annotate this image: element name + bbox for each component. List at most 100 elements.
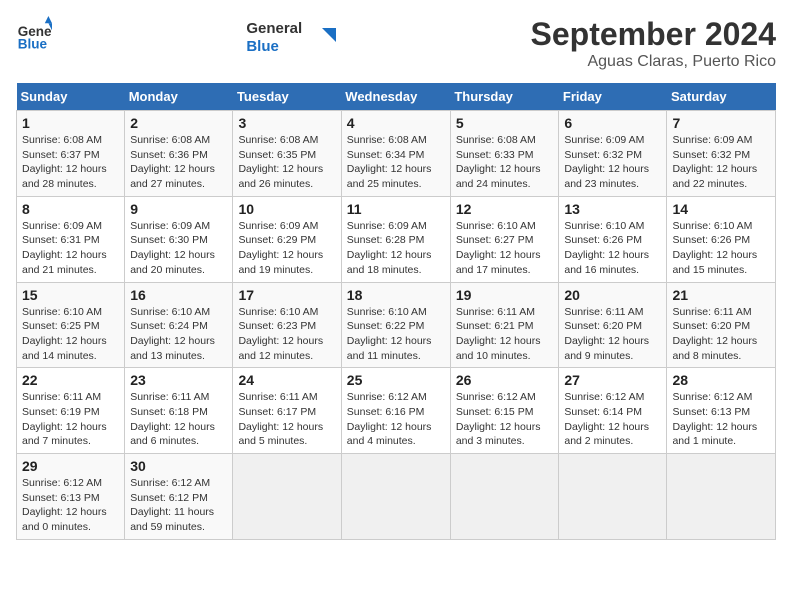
calendar-cell: 9Sunrise: 6:09 AM Sunset: 6:30 PM Daylig… xyxy=(125,196,233,282)
calendar-cell: 14 Sunrise: 6:10 AM Sunset: 6:26 PM Dayli… xyxy=(667,196,776,282)
day-info: Sunrise: 6:12 AM Sunset: 6:13 PM Dayligh… xyxy=(22,476,119,535)
day-number: 28 xyxy=(672,372,770,388)
title-block: September 2024 Aguas Claras, Puerto Rico xyxy=(531,16,776,71)
day-number: 18 xyxy=(347,287,445,303)
day-info: Sunrise: 6:09 AM Sunset: 6:31 PM Dayligh… xyxy=(22,219,119,278)
calendar-cell: 16Sunrise: 6:10 AM Sunset: 6:24 PM Dayli… xyxy=(125,282,233,368)
calendar-cell: 25 Sunrise: 6:12 AM Sunset: 6:16 PM Dayli… xyxy=(341,368,450,454)
day-info: Sunrise: 6:10 AM Sunset: 6:23 PM Dayligh… xyxy=(238,305,335,364)
calendar-cell: 23 Sunrise: 6:11 AM Sunset: 6:18 PM Dayli… xyxy=(125,368,233,454)
day-info: Sunrise: 6:11 AM Sunset: 6:18 PM Dayligh… xyxy=(130,390,227,449)
day-number: 24 xyxy=(238,372,335,388)
day-number: 30 xyxy=(130,458,227,474)
day-number: 21 xyxy=(672,287,770,303)
calendar-cell: 19 Sunrise: 6:11 AM Sunset: 6:21 PM Dayli… xyxy=(450,282,559,368)
day-number: 15 xyxy=(22,287,119,303)
day-info: Sunrise: 6:11 AM Sunset: 6:19 PM Dayligh… xyxy=(22,390,119,449)
calendar-cell: 10Sunrise: 6:09 AM Sunset: 6:29 PM Dayli… xyxy=(233,196,341,282)
calendar-cell: 17 Sunrise: 6:10 AM Sunset: 6:23 PM Dayli… xyxy=(233,282,341,368)
logo-name-blue: Blue xyxy=(246,38,302,56)
calendar-cell: 30 Sunrise: 6:12 AM Sunset: 6:12 PM Dayli… xyxy=(125,454,233,540)
calendar-week-row: 29 Sunrise: 6:12 AM Sunset: 6:13 PM Dayli… xyxy=(17,454,776,540)
calendar-cell xyxy=(450,454,559,540)
calendar-cell xyxy=(341,454,450,540)
calendar-cell: 22 Sunrise: 6:11 AM Sunset: 6:19 PM Dayli… xyxy=(17,368,125,454)
day-info: Sunrise: 6:11 AM Sunset: 6:21 PM Dayligh… xyxy=(456,305,554,364)
day-info: Sunrise: 6:09 AM Sunset: 6:28 PM Dayligh… xyxy=(347,219,445,278)
calendar-cell xyxy=(559,454,667,540)
col-sunday: Sunday xyxy=(17,83,125,111)
day-info: Sunrise: 6:10 AM Sunset: 6:26 PM Dayligh… xyxy=(672,219,770,278)
calendar-cell xyxy=(233,454,341,540)
day-number: 13 xyxy=(564,201,661,217)
calendar-cell: 26 Sunrise: 6:12 AM Sunset: 6:15 PM Dayli… xyxy=(450,368,559,454)
calendar-cell: 8 Sunrise: 6:09 AM Sunset: 6:31 PM Daylig… xyxy=(17,196,125,282)
day-info: Sunrise: 6:08 AM Sunset: 6:37 PM Dayligh… xyxy=(22,133,119,192)
day-number: 16 xyxy=(130,287,227,303)
calendar-cell: 1Sunrise: 6:08 AM Sunset: 6:37 PM Daylig… xyxy=(17,111,125,197)
logo-icon: General Blue xyxy=(16,16,52,52)
calendar-cell: 20 Sunrise: 6:11 AM Sunset: 6:20 PM Dayli… xyxy=(559,282,667,368)
day-info: Sunrise: 6:08 AM Sunset: 6:35 PM Dayligh… xyxy=(238,133,335,192)
day-number: 5 xyxy=(456,115,554,131)
day-info: Sunrise: 6:08 AM Sunset: 6:33 PM Dayligh… xyxy=(456,133,554,192)
calendar-cell: 13 Sunrise: 6:10 AM Sunset: 6:26 PM Dayli… xyxy=(559,196,667,282)
calendar-cell xyxy=(667,454,776,540)
day-info: Sunrise: 6:10 AM Sunset: 6:26 PM Dayligh… xyxy=(564,219,661,278)
col-thursday: Thursday xyxy=(450,83,559,111)
calendar-cell: 6Sunrise: 6:09 AM Sunset: 6:32 PM Daylig… xyxy=(559,111,667,197)
logo: General Blue General Blue xyxy=(16,16,52,52)
col-saturday: Saturday xyxy=(667,83,776,111)
day-info: Sunrise: 6:12 AM Sunset: 6:12 PM Dayligh… xyxy=(130,476,227,535)
col-tuesday: Tuesday xyxy=(233,83,341,111)
calendar-table: Sunday Monday Tuesday Wednesday Thursday… xyxy=(16,83,776,540)
logo-triangle-icon xyxy=(308,28,336,56)
calendar-week-row: 22 Sunrise: 6:11 AM Sunset: 6:19 PM Dayli… xyxy=(17,368,776,454)
day-number: 4 xyxy=(347,115,445,131)
day-info: Sunrise: 6:09 AM Sunset: 6:30 PM Dayligh… xyxy=(130,219,227,278)
calendar-title: September 2024 xyxy=(531,16,776,53)
calendar-week-row: 1Sunrise: 6:08 AM Sunset: 6:37 PM Daylig… xyxy=(17,111,776,197)
day-number: 25 xyxy=(347,372,445,388)
svg-text:Blue: Blue xyxy=(18,36,48,51)
day-number: 7 xyxy=(672,115,770,131)
calendar-cell: 5 Sunrise: 6:08 AM Sunset: 6:33 PM Daylig… xyxy=(450,111,559,197)
day-number: 2 xyxy=(130,115,227,131)
calendar-cell: 12Sunrise: 6:10 AM Sunset: 6:27 PM Dayli… xyxy=(450,196,559,282)
day-info: Sunrise: 6:11 AM Sunset: 6:20 PM Dayligh… xyxy=(564,305,661,364)
day-info: Sunrise: 6:10 AM Sunset: 6:25 PM Dayligh… xyxy=(22,305,119,364)
day-info: Sunrise: 6:11 AM Sunset: 6:17 PM Dayligh… xyxy=(238,390,335,449)
day-info: Sunrise: 6:12 AM Sunset: 6:16 PM Dayligh… xyxy=(347,390,445,449)
day-number: 17 xyxy=(238,287,335,303)
day-number: 22 xyxy=(22,372,119,388)
day-number: 19 xyxy=(456,287,554,303)
day-number: 27 xyxy=(564,372,661,388)
day-number: 26 xyxy=(456,372,554,388)
day-info: Sunrise: 6:12 AM Sunset: 6:14 PM Dayligh… xyxy=(564,390,661,449)
day-info: Sunrise: 6:09 AM Sunset: 6:29 PM Dayligh… xyxy=(238,219,335,278)
day-info: Sunrise: 6:10 AM Sunset: 6:22 PM Dayligh… xyxy=(347,305,445,364)
col-monday: Monday xyxy=(125,83,233,111)
calendar-cell: 2Sunrise: 6:08 AM Sunset: 6:36 PM Daylig… xyxy=(125,111,233,197)
day-info: Sunrise: 6:11 AM Sunset: 6:20 PM Dayligh… xyxy=(672,305,770,364)
day-number: 8 xyxy=(22,201,119,217)
calendar-week-row: 8 Sunrise: 6:09 AM Sunset: 6:31 PM Daylig… xyxy=(17,196,776,282)
calendar-cell: 15 Sunrise: 6:10 AM Sunset: 6:25 PM Dayli… xyxy=(17,282,125,368)
day-number: 23 xyxy=(130,372,227,388)
calendar-cell: 29 Sunrise: 6:12 AM Sunset: 6:13 PM Dayli… xyxy=(17,454,125,540)
logo-name-general: General xyxy=(246,20,302,38)
day-number: 29 xyxy=(22,458,119,474)
calendar-header: Sunday Monday Tuesday Wednesday Thursday… xyxy=(17,83,776,111)
day-info: Sunrise: 6:12 AM Sunset: 6:15 PM Dayligh… xyxy=(456,390,554,449)
calendar-cell: 18 Sunrise: 6:10 AM Sunset: 6:22 PM Dayli… xyxy=(341,282,450,368)
day-number: 12 xyxy=(456,201,554,217)
calendar-cell: 21 Sunrise: 6:11 AM Sunset: 6:20 PM Dayli… xyxy=(667,282,776,368)
calendar-week-row: 15 Sunrise: 6:10 AM Sunset: 6:25 PM Dayli… xyxy=(17,282,776,368)
col-friday: Friday xyxy=(559,83,667,111)
page-header: General Blue General Blue General Blue S… xyxy=(16,16,776,71)
day-number: 14 xyxy=(672,201,770,217)
calendar-cell: 3Sunrise: 6:08 AM Sunset: 6:35 PM Daylig… xyxy=(233,111,341,197)
calendar-cell: 4Sunrise: 6:08 AM Sunset: 6:34 PM Daylig… xyxy=(341,111,450,197)
calendar-cell: 7Sunrise: 6:09 AM Sunset: 6:32 PM Daylig… xyxy=(667,111,776,197)
day-number: 20 xyxy=(564,287,661,303)
